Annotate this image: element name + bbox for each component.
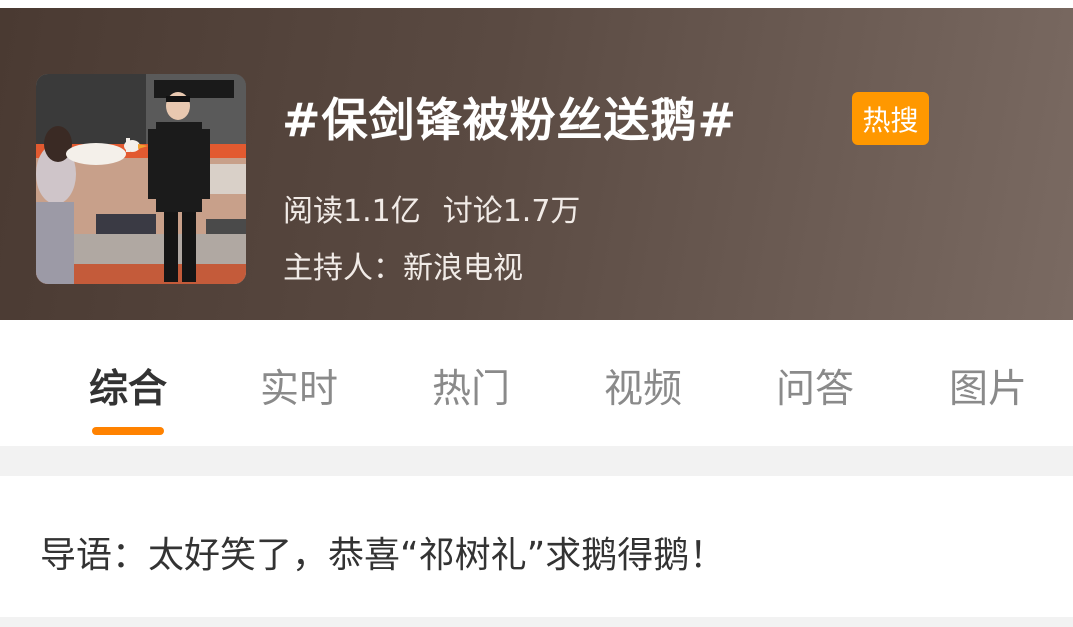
active-tab-indicator: [92, 427, 164, 435]
topic-host[interactable]: 主持人：新浪电视: [283, 243, 523, 287]
tab-realtime[interactable]: 实时: [229, 358, 369, 414]
topic-stats: 阅读1.1亿 讨论1.7万: [283, 186, 580, 230]
tab-video[interactable]: 视频: [573, 358, 713, 414]
topic-header: #保剑锋被粉丝送鹅# 热搜 阅读1.1亿 讨论1.7万 主持人：新浪电视: [0, 0, 1073, 320]
section-divider-bottom: [0, 617, 1073, 627]
topic-title: #保剑锋被粉丝送鹅#: [282, 93, 738, 147]
tab-comprehensive[interactable]: 综合: [58, 358, 198, 414]
discussion-count: 讨论1.7万: [442, 194, 581, 229]
topic-intro: 导语：太好笑了，恭喜“祁树礼”求鹅得鹅！: [0, 476, 1073, 617]
tab-bar: 综合 实时 热门 视频 问答 图片: [0, 320, 1073, 446]
tab-qa[interactable]: 问答: [745, 358, 885, 414]
hot-search-badge: 热搜: [852, 92, 929, 145]
topic-cover-image[interactable]: [36, 74, 246, 284]
tab-images[interactable]: 图片: [918, 358, 1058, 414]
section-divider: [0, 446, 1073, 476]
read-count: 阅读1.1亿: [283, 194, 421, 229]
tab-hot[interactable]: 热门: [401, 358, 541, 414]
status-strip: [0, 0, 1073, 8]
intro-text: 导语：太好笑了，恭喜“祁树礼”求鹅得鹅！: [40, 535, 726, 576]
